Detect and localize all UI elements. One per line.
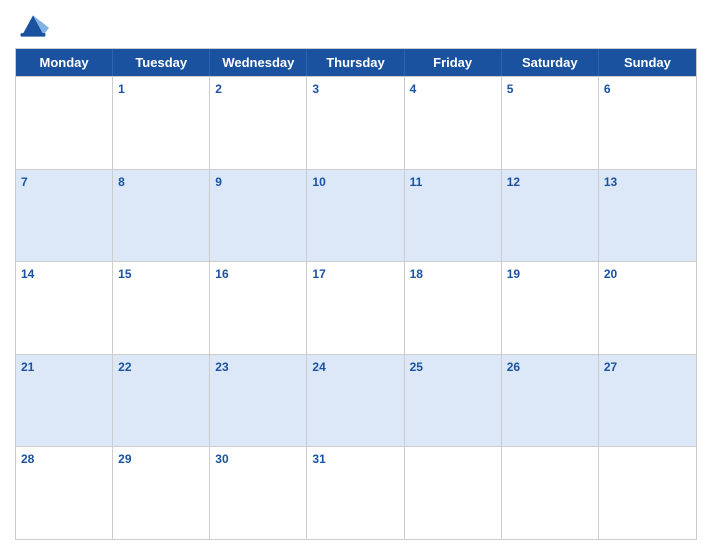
cal-cell: 17 [307,262,404,354]
cal-cell: 8 [113,170,210,262]
cal-cell [405,447,502,539]
cal-week-2: 14 15 16 17 18 19 20 [16,261,696,354]
cal-cell: 25 [405,355,502,447]
day-number: 5 [507,82,514,96]
cal-header-cell-tuesday: Tuesday [113,49,210,76]
day-number: 18 [410,267,423,281]
cal-cell: 16 [210,262,307,354]
cal-header-cell-thursday: Thursday [307,49,404,76]
cal-cell: 6 [599,77,696,169]
day-number: 16 [215,267,228,281]
day-number: 22 [118,360,131,374]
day-number: 24 [312,360,325,374]
day-number: 20 [604,267,617,281]
cal-cell: 7 [16,170,113,262]
cal-cell: 22 [113,355,210,447]
calendar-grid: MondayTuesdayWednesdayThursdayFridaySatu… [15,48,697,540]
logo [17,10,53,42]
calendar-header-row: MondayTuesdayWednesdayThursdayFridaySatu… [16,49,696,76]
day-number: 3 [312,82,319,96]
day-number: 25 [410,360,423,374]
cal-cell: 19 [502,262,599,354]
cal-cell: 10 [307,170,404,262]
day-number: 6 [604,82,611,96]
day-number: 13 [604,175,617,189]
day-number: 28 [21,452,34,466]
cal-header-cell-saturday: Saturday [502,49,599,76]
day-number: 26 [507,360,520,374]
cal-cell: 26 [502,355,599,447]
cal-cell: 14 [16,262,113,354]
cal-cell: 18 [405,262,502,354]
cal-cell: 15 [113,262,210,354]
cal-cell: 9 [210,170,307,262]
day-number: 9 [215,175,222,189]
cal-cell [16,77,113,169]
day-number: 12 [507,175,520,189]
day-number: 29 [118,452,131,466]
cal-cell: 23 [210,355,307,447]
day-number: 30 [215,452,228,466]
cal-week-0: 1 2 3 4 5 6 [16,76,696,169]
day-number: 15 [118,267,131,281]
cal-week-3: 21 22 23 24 25 26 27 [16,354,696,447]
day-number: 7 [21,175,28,189]
logo-icon [17,10,49,42]
day-number: 19 [507,267,520,281]
cal-cell: 21 [16,355,113,447]
page-header [15,10,697,42]
day-number: 21 [21,360,34,374]
cal-cell: 31 [307,447,404,539]
cal-header-cell-wednesday: Wednesday [210,49,307,76]
day-number: 10 [312,175,325,189]
day-number: 1 [118,82,125,96]
day-number: 4 [410,82,417,96]
cal-cell: 29 [113,447,210,539]
day-number: 8 [118,175,125,189]
cal-week-4: 28 29 30 31 [16,446,696,539]
cal-cell: 12 [502,170,599,262]
day-number: 2 [215,82,222,96]
cal-cell: 20 [599,262,696,354]
cal-cell: 30 [210,447,307,539]
day-number: 11 [410,175,423,189]
cal-week-1: 7 8 9 10 11 12 13 [16,169,696,262]
cal-cell: 3 [307,77,404,169]
cal-header-cell-friday: Friday [405,49,502,76]
cal-cell [599,447,696,539]
calendar-page: MondayTuesdayWednesdayThursdayFridaySatu… [0,0,712,550]
cal-cell [502,447,599,539]
cal-cell: 11 [405,170,502,262]
cal-header-cell-monday: Monday [16,49,113,76]
day-number: 14 [21,267,34,281]
cal-cell: 28 [16,447,113,539]
day-number: 31 [312,452,325,466]
cal-cell: 5 [502,77,599,169]
cal-cell: 27 [599,355,696,447]
cal-cell: 4 [405,77,502,169]
day-number: 23 [215,360,228,374]
cal-cell: 13 [599,170,696,262]
cal-cell: 1 [113,77,210,169]
cal-cell: 2 [210,77,307,169]
cal-header-cell-sunday: Sunday [599,49,696,76]
cal-cell: 24 [307,355,404,447]
calendar-body: 1234567891011121314151617181920212223242… [16,76,696,539]
day-number: 17 [312,267,325,281]
day-number: 27 [604,360,617,374]
